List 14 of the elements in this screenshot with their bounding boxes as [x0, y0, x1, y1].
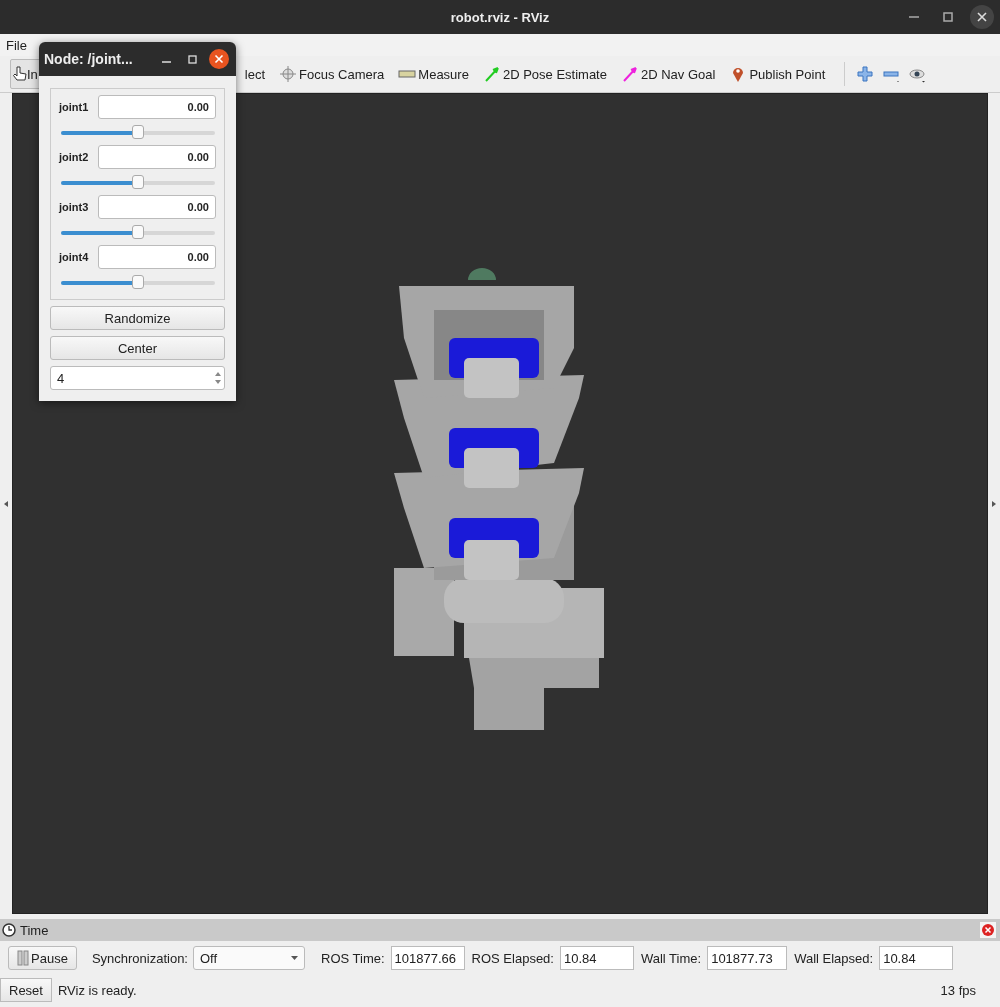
- dialog-title: Node: /joint...: [44, 51, 134, 67]
- field-label: ROS Time:: [321, 950, 385, 966]
- joint-label: joint2: [59, 151, 89, 163]
- status-message: RViz is ready.: [57, 982, 138, 998]
- field-label: ROS Elapsed:: [471, 950, 554, 966]
- joint-label: joint3: [59, 201, 89, 213]
- field-label: Synchronization:: [91, 950, 188, 966]
- joint-label: joint1: [59, 101, 89, 113]
- window-title: robot.rviz - RViz: [450, 9, 550, 25]
- field-label: Wall Time:: [640, 950, 702, 966]
- joint-label: joint4: [59, 251, 89, 263]
- panel-title: Time: [20, 922, 49, 938]
- field-label: Wall Elapsed:: [794, 950, 874, 966]
- fps-counter: 13 fps: [940, 982, 976, 998]
